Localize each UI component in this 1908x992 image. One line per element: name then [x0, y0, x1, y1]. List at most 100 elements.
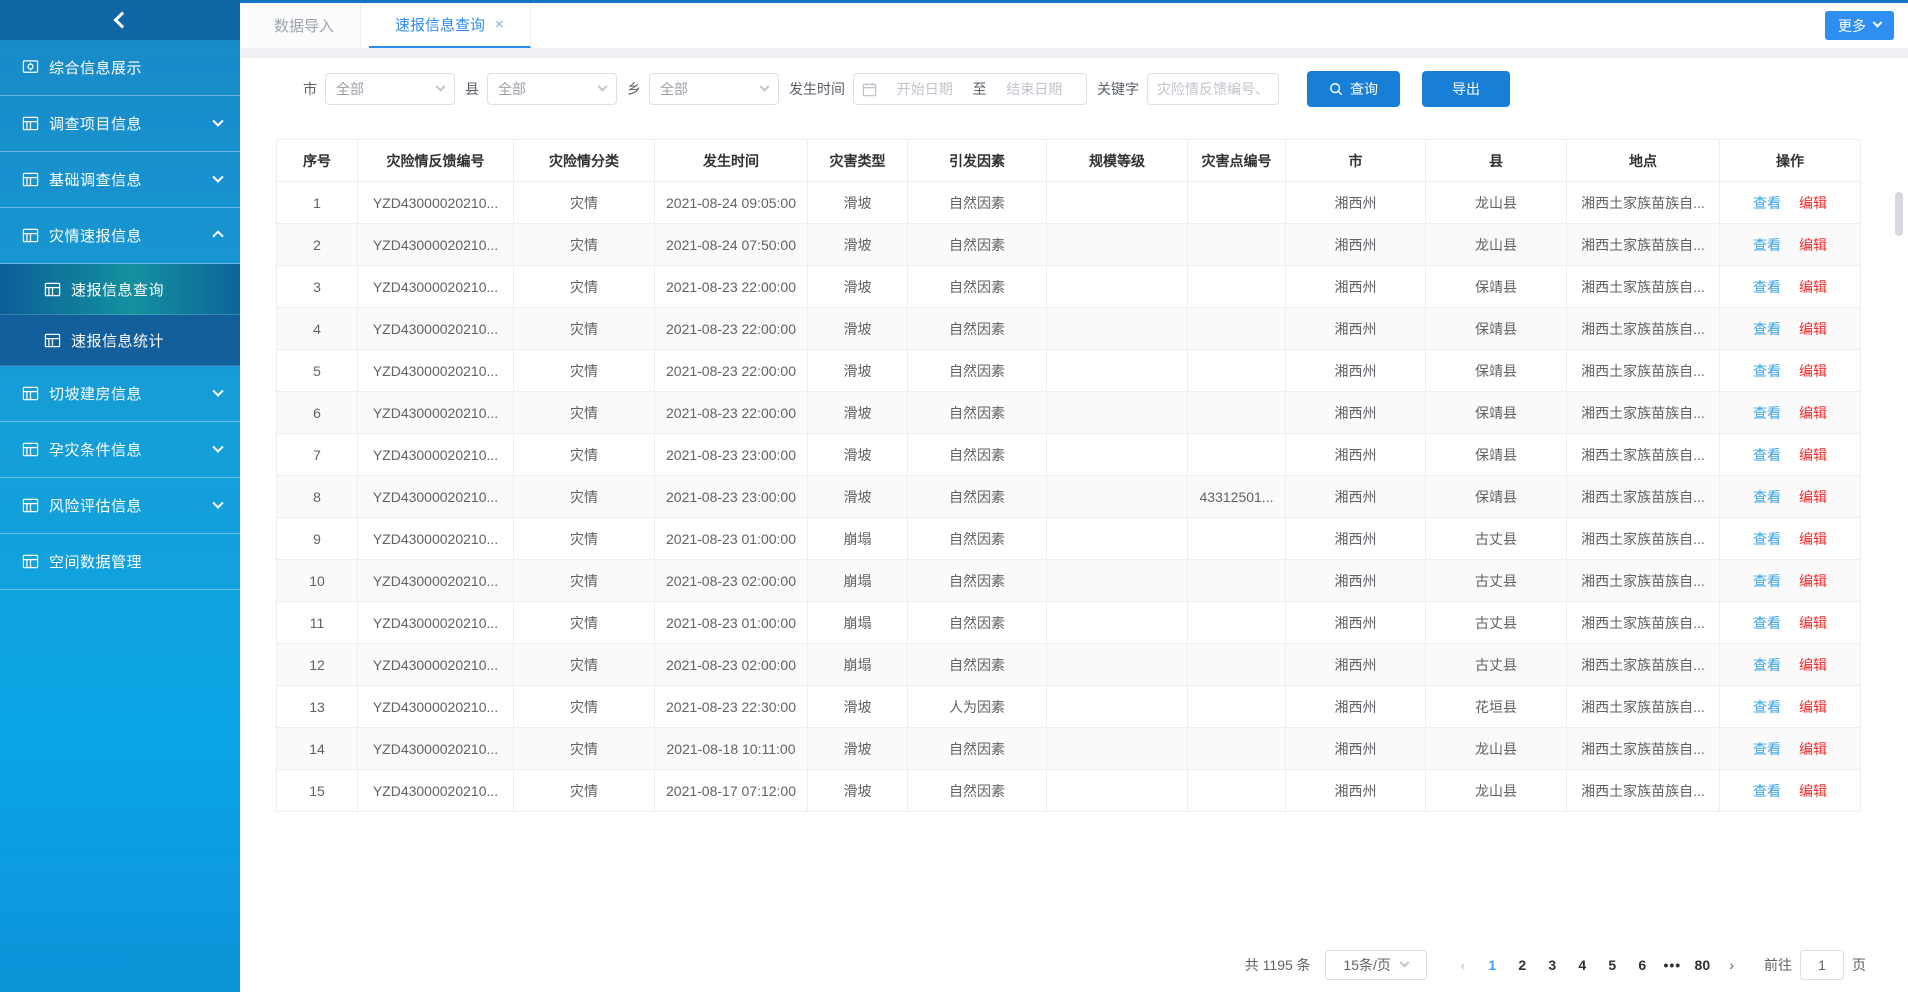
cell-id: YZD43000020210...: [358, 392, 514, 434]
cell-type: 崩塌: [808, 644, 908, 686]
sidebar-item-basic-survey-info[interactable]: 基础调查信息: [0, 152, 240, 208]
view-link[interactable]: 查看: [1753, 741, 1781, 757]
page-number-6[interactable]: 6: [1627, 957, 1657, 973]
table-row: 8YZD43000020210...灾情2021-08-23 23:00:00滑…: [277, 476, 1861, 518]
collapse-left-icon: [114, 12, 131, 29]
page-size-select[interactable]: 15条/页: [1325, 950, 1427, 980]
view-link[interactable]: 查看: [1753, 657, 1781, 673]
cell-id: YZD43000020210...: [358, 224, 514, 266]
edit-link[interactable]: 编辑: [1799, 279, 1827, 295]
cell-id: YZD43000020210...: [358, 266, 514, 308]
end-date-placeholder[interactable]: 结束日期: [991, 79, 1079, 99]
edit-link[interactable]: 编辑: [1799, 237, 1827, 253]
page-number-4[interactable]: 4: [1567, 957, 1597, 973]
start-date-placeholder[interactable]: 开始日期: [881, 79, 969, 99]
cell-cause: 自然因素: [908, 434, 1047, 476]
view-link[interactable]: 查看: [1753, 321, 1781, 337]
edit-link[interactable]: 编辑: [1799, 405, 1827, 421]
cell-city: 湘西州: [1286, 308, 1426, 350]
edit-link[interactable]: 编辑: [1799, 195, 1827, 211]
edit-link[interactable]: 编辑: [1799, 363, 1827, 379]
edit-link[interactable]: 编辑: [1799, 531, 1827, 547]
cell-city: 湘西州: [1286, 518, 1426, 560]
view-link[interactable]: 查看: [1753, 573, 1781, 589]
cell-actions: 查看 编辑: [1720, 308, 1861, 350]
scrollbar-thumb[interactable]: [1895, 192, 1903, 236]
prev-page-button[interactable]: ‹: [1449, 957, 1478, 973]
cell-point: [1188, 350, 1286, 392]
view-link[interactable]: 查看: [1753, 405, 1781, 421]
sidebar-item-comprehensive-info-display[interactable]: 综合信息展示: [0, 40, 240, 96]
search-button[interactable]: 查询: [1307, 71, 1400, 107]
view-link[interactable]: 查看: [1753, 195, 1781, 211]
view-link[interactable]: 查看: [1753, 363, 1781, 379]
sidebar-item-report-info-stats[interactable]: 速报信息统计: [0, 315, 240, 366]
page-number-3[interactable]: 3: [1537, 957, 1567, 973]
time-filter-label: 发生时间: [789, 79, 845, 99]
edit-link[interactable]: 编辑: [1799, 447, 1827, 463]
sidebar-item-risk-assessment-info[interactable]: 风险评估信息: [0, 478, 240, 534]
county-select[interactable]: 全部: [487, 73, 617, 105]
cell-location: 湘西土家族苗族自...: [1567, 308, 1720, 350]
sidebar-item-hazard-condition-info[interactable]: 孕灾条件信息: [0, 422, 240, 478]
sidebar-collapse-button[interactable]: [0, 0, 240, 40]
edit-link[interactable]: 编辑: [1799, 657, 1827, 673]
view-link[interactable]: 查看: [1753, 531, 1781, 547]
table-row: 4YZD43000020210...灾情2021-08-23 22:00:00滑…: [277, 308, 1861, 350]
keyword-filter-label: 关键字: [1097, 79, 1139, 99]
view-link[interactable]: 查看: [1753, 279, 1781, 295]
cell-time: 2021-08-23 22:00:00: [655, 392, 808, 434]
export-button[interactable]: 导出: [1422, 71, 1510, 107]
cell-actions: 查看 编辑: [1720, 770, 1861, 812]
edit-link[interactable]: 编辑: [1799, 741, 1827, 757]
view-link[interactable]: 查看: [1753, 615, 1781, 631]
cell-actions: 查看 编辑: [1720, 350, 1861, 392]
page-number-5[interactable]: 5: [1597, 957, 1627, 973]
tab-data-import[interactable]: 数据导入: [248, 3, 361, 48]
column-header: 县: [1426, 140, 1567, 182]
page-number-80[interactable]: 80: [1687, 957, 1717, 973]
chevron-down-icon: [598, 81, 608, 91]
tab-bar: 数据导入速报信息查询× 更多: [240, 3, 1908, 48]
view-link[interactable]: 查看: [1753, 699, 1781, 715]
edit-link[interactable]: 编辑: [1799, 489, 1827, 505]
page-number-1[interactable]: 1: [1477, 957, 1507, 973]
page-number-2[interactable]: 2: [1507, 957, 1537, 973]
date-range-picker[interactable]: 开始日期 至 结束日期: [853, 73, 1087, 105]
town-select[interactable]: 全部: [649, 73, 779, 105]
tab-report-info-query[interactable]: 速报信息查询×: [369, 3, 531, 48]
cell-time: 2021-08-23 22:00:00: [655, 350, 808, 392]
cell-cause: 自然因素: [908, 728, 1047, 770]
cell-time: 2021-08-23 02:00:00: [655, 560, 808, 602]
sidebar-item-spatial-data-management[interactable]: 空间数据管理: [0, 534, 240, 590]
cell-city: 湘西州: [1286, 266, 1426, 308]
table-icon: [22, 497, 39, 514]
keyword-input[interactable]: [1147, 73, 1279, 105]
sidebar-item-slope-housing-info[interactable]: 切坡建房信息: [0, 366, 240, 422]
cell-type: 滑坡: [808, 182, 908, 224]
edit-link[interactable]: 编辑: [1799, 573, 1827, 589]
city-filter-label: 市: [303, 79, 317, 99]
tab-close-icon[interactable]: ×: [495, 17, 504, 32]
edit-link[interactable]: 编辑: [1799, 783, 1827, 799]
edit-link[interactable]: 编辑: [1799, 699, 1827, 715]
cell-cause: 自然因素: [908, 518, 1047, 560]
view-link[interactable]: 查看: [1753, 489, 1781, 505]
cell-county: 保靖县: [1426, 476, 1567, 518]
view-link[interactable]: 查看: [1753, 447, 1781, 463]
sidebar-item-disaster-report-info[interactable]: 灾情速报信息: [0, 208, 240, 264]
goto-page-input[interactable]: [1800, 950, 1844, 980]
more-button[interactable]: 更多: [1825, 11, 1894, 40]
town-filter-label: 乡: [627, 79, 641, 99]
city-select[interactable]: 全部: [325, 73, 455, 105]
sidebar-item-survey-project-info[interactable]: 调查项目信息: [0, 96, 240, 152]
next-page-button[interactable]: ›: [1717, 957, 1746, 973]
cell-actions: 查看 编辑: [1720, 602, 1861, 644]
view-link[interactable]: 查看: [1753, 783, 1781, 799]
edit-link[interactable]: 编辑: [1799, 615, 1827, 631]
view-link[interactable]: 查看: [1753, 237, 1781, 253]
cell-point: [1188, 392, 1286, 434]
edit-link[interactable]: 编辑: [1799, 321, 1827, 337]
sidebar-item-report-info-query[interactable]: 速报信息查询: [0, 264, 240, 315]
column-header: 地点: [1567, 140, 1720, 182]
